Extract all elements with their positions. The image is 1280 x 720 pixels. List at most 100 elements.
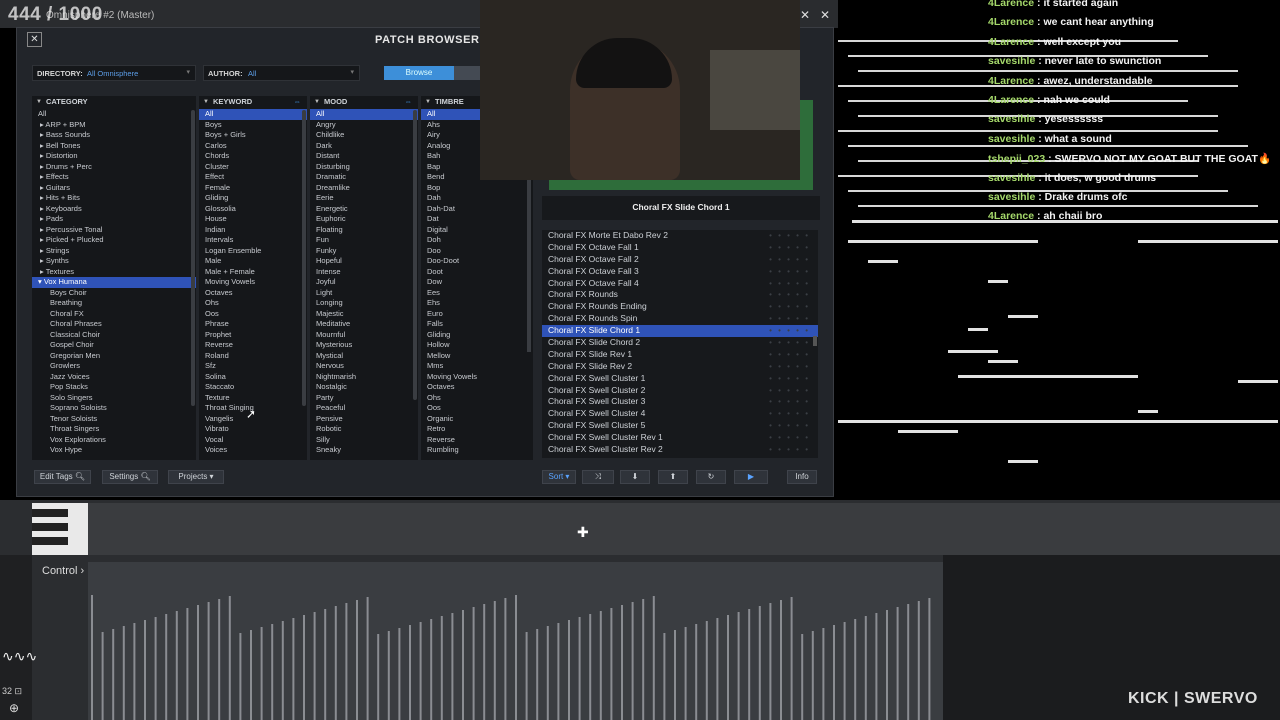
note-block[interactable] <box>1008 315 1038 318</box>
category-item[interactable]: ▸ Bell Tones <box>32 141 196 152</box>
keyword-item[interactable]: Indian <box>199 225 307 236</box>
mood-item[interactable]: Eerie <box>310 193 418 204</box>
close-icon[interactable]: ✕ <box>27 32 42 47</box>
mood-item[interactable]: Dark <box>310 141 418 152</box>
mood-item[interactable]: Robotic <box>310 424 418 435</box>
category-item[interactable]: ▸ Pads <box>32 214 196 225</box>
mood-item[interactable]: Dramatic <box>310 172 418 183</box>
rating-dots[interactable]: • • • • • <box>769 325 810 337</box>
timbre-item[interactable]: Mellow <box>421 351 533 362</box>
arrow-up-icon[interactable]: ⬆ <box>658 470 688 484</box>
timbre-item[interactable]: Hollow <box>421 340 533 351</box>
category-item[interactable]: Vox Explorations <box>32 435 196 446</box>
mood-item[interactable]: Floating <box>310 225 418 236</box>
keyword-item[interactable]: Voices <box>199 445 307 456</box>
piano-roll-strip[interactable] <box>88 503 1280 555</box>
note-block[interactable] <box>958 375 1138 378</box>
category-item[interactable]: ▾ Vox Humana <box>32 277 196 288</box>
settings-button[interactable]: Settings 🔍︎ <box>102 470 158 484</box>
note-block[interactable] <box>1008 460 1038 463</box>
category-header[interactable]: ▼ CATEGORY <box>32 96 196 108</box>
category-item[interactable]: ▸ Distortion <box>32 151 196 162</box>
info-button[interactable]: Info <box>787 470 817 484</box>
close-icon[interactable]: ✕ <box>820 8 830 22</box>
category-item[interactable]: Gospel Choir <box>32 340 196 351</box>
keyword-item[interactable]: Octaves <box>199 288 307 299</box>
rating-dots[interactable]: • • • • • <box>769 432 810 444</box>
timbre-item[interactable]: Octaves <box>421 382 533 393</box>
keyword-item[interactable]: Cluster <box>199 162 307 173</box>
edit-tags-button[interactable]: Edit Tags 🔍︎ <box>34 470 91 484</box>
rating-dots[interactable]: • • • • • <box>769 289 810 301</box>
rating-dots[interactable]: • • • • • <box>769 337 810 349</box>
keyword-item[interactable]: Effect <box>199 172 307 183</box>
timbre-item[interactable]: Falls <box>421 319 533 330</box>
keyword-item[interactable]: Reverse <box>199 340 307 351</box>
category-scrollbar[interactable] <box>191 110 195 406</box>
keyword-item[interactable]: Vocal <box>199 435 307 446</box>
patch-item[interactable]: Choral FX Octave Fall 3 • • • • • <box>542 266 818 278</box>
sort-button[interactable]: Sort ▾ <box>542 470 576 484</box>
mood-item[interactable]: Funky <box>310 246 418 257</box>
category-item[interactable]: Vox Hype <box>32 445 196 456</box>
timbre-item[interactable]: Dah-Dat <box>421 204 533 215</box>
note-block[interactable] <box>1238 380 1278 383</box>
timbre-item[interactable]: Oos <box>421 403 533 414</box>
note-block[interactable] <box>838 420 1278 423</box>
patch-item[interactable]: Choral FX Swell Cluster 3 • • • • • <box>542 396 818 408</box>
timbre-item[interactable]: Bop <box>421 183 533 194</box>
timbre-item[interactable]: Moving Vowels <box>421 372 533 383</box>
refresh-icon[interactable]: ↻ <box>696 470 726 484</box>
mood-item[interactable]: Longing <box>310 298 418 309</box>
keyword-item[interactable]: Phrase <box>199 319 307 330</box>
mood-item[interactable]: Distant <box>310 151 418 162</box>
note-block[interactable] <box>1138 240 1278 243</box>
mood-item[interactable]: Nostalgic <box>310 382 418 393</box>
category-item[interactable]: Boys Choir <box>32 288 196 299</box>
keyword-item[interactable]: Texture <box>199 393 307 404</box>
rating-dots[interactable]: • • • • • <box>769 313 810 325</box>
patch-item[interactable]: Choral FX Octave Fall 4 • • • • • <box>542 278 818 290</box>
keyword-item[interactable]: Female <box>199 183 307 194</box>
keyword-item[interactable]: Gliding <box>199 193 307 204</box>
timbre-item[interactable]: Doot <box>421 267 533 278</box>
mood-item[interactable]: Majestic <box>310 309 418 320</box>
rating-dots[interactable]: • • • • • <box>769 349 810 361</box>
patch-item[interactable]: Choral FX Octave Fall 2 • • • • • <box>542 254 818 266</box>
rating-dots[interactable]: • • • • • <box>769 230 810 242</box>
rating-dots[interactable]: • • • • • <box>769 385 810 397</box>
mood-item[interactable]: Nightmarish <box>310 372 418 383</box>
mood-item[interactable]: Sneaky <box>310 445 418 456</box>
keyword-item[interactable]: Chords <box>199 151 307 162</box>
control-label[interactable]: Control › <box>42 565 84 577</box>
mood-item[interactable]: Pensive <box>310 414 418 425</box>
keyword-item[interactable]: Male <box>199 256 307 267</box>
category-item[interactable]: Breathing <box>32 298 196 309</box>
rating-dots[interactable]: • • • • • <box>769 396 810 408</box>
category-item[interactable]: ▸ Keyboards <box>32 204 196 215</box>
keyword-item[interactable]: Vibrato <box>199 424 307 435</box>
patch-item[interactable]: Choral FX Slide Rev 1 • • • • • <box>542 349 818 361</box>
category-item[interactable]: Pop Stacks <box>32 382 196 393</box>
keyword-item[interactable]: Glossolia <box>199 204 307 215</box>
mood-scrollbar[interactable] <box>413 110 417 400</box>
category-item[interactable]: ▸ Effects <box>32 172 196 183</box>
timbre-item[interactable]: Reverse <box>421 435 533 446</box>
arrow-down-icon[interactable]: ⬇ <box>620 470 650 484</box>
note-block[interactable] <box>898 430 958 433</box>
keyword-item[interactable]: Moving Vowels <box>199 277 307 288</box>
patch-item[interactable]: Choral FX Swell Cluster Rev 1 • • • • • <box>542 432 818 444</box>
category-item[interactable]: Solo Singers <box>32 393 196 404</box>
projects-button[interactable]: Projects ▾ <box>168 470 224 484</box>
timbre-item[interactable]: Dat <box>421 214 533 225</box>
category-item[interactable]: ▸ Bass Sounds <box>32 130 196 141</box>
category-item[interactable]: Growlers <box>32 361 196 372</box>
category-item[interactable]: ▸ Picked + Plucked <box>32 235 196 246</box>
mood-item[interactable]: Intense <box>310 267 418 278</box>
keyword-item[interactable]: Roland <box>199 351 307 362</box>
patch-list-scrollbar[interactable] <box>813 336 817 346</box>
category-item[interactable]: ▸ Drums + Perc <box>32 162 196 173</box>
mood-header[interactable]: ▼ MOOD ⇔ <box>310 96 418 108</box>
mood-item[interactable]: Hopeful <box>310 256 418 267</box>
mood-item[interactable]: Fun <box>310 235 418 246</box>
